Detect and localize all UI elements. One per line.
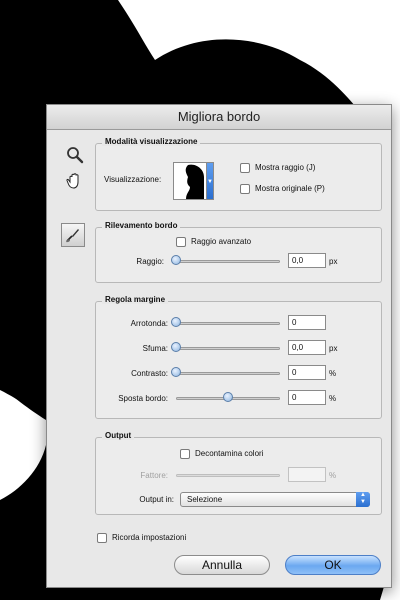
contrast-input[interactable]: 0: [288, 365, 326, 380]
feather-slider-thumb[interactable]: [171, 342, 181, 352]
shift-edge-slider[interactable]: [176, 392, 280, 404]
updown-arrows-icon: ▲ ▼: [356, 492, 370, 507]
contrast-unit: %: [329, 369, 337, 378]
view-mode-group: Modalità visualizzazione Visualizzazione…: [95, 137, 382, 211]
shift-edge-slider-thumb[interactable]: [223, 392, 233, 402]
edge-detection-legend: Rilevamento bordo: [102, 221, 181, 230]
contrast-slider[interactable]: [171, 367, 280, 379]
output-to-label: Output in:: [139, 495, 174, 504]
amount-label: Fattore:: [140, 471, 168, 480]
feather-label: Sfuma:: [142, 344, 168, 353]
remember-settings-checkbox[interactable]: [97, 533, 107, 543]
amount-slider-track: [176, 474, 280, 477]
feather-unit: px: [329, 344, 338, 353]
smooth-label: Arrotonda:: [130, 319, 168, 328]
ok-button[interactable]: OK: [285, 555, 381, 575]
feather-input[interactable]: 0,0: [288, 340, 326, 355]
refine-radius-tool-button[interactable]: [61, 223, 85, 247]
amount-slider: [176, 469, 280, 481]
output-to-select[interactable]: Selezione ▲ ▼: [180, 492, 370, 507]
decontaminate-label: Decontamina colori: [195, 449, 264, 458]
output-to-selected: Selezione: [187, 495, 223, 504]
smart-radius-label: Raggio avanzato: [191, 237, 252, 246]
magnifier-icon[interactable]: [65, 145, 85, 165]
adjust-edge-legend: Regola margine: [102, 295, 169, 304]
show-original-checkbox[interactable]: [240, 184, 250, 194]
radius-unit: px: [329, 257, 338, 266]
view-preview-swatch[interactable]: [173, 162, 207, 200]
shift-edge-label: Sposta bordo:: [118, 394, 168, 403]
smooth-slider-track: [176, 322, 280, 325]
feather-slider[interactable]: [171, 342, 280, 354]
view-dropdown-arrow[interactable]: ▼: [206, 162, 214, 200]
dialog-title: Migliora bordo: [47, 105, 391, 130]
smooth-slider[interactable]: [171, 317, 280, 329]
output-group: Output Decontamina colori Fattore: % Out…: [95, 431, 382, 515]
shift-edge-unit: %: [329, 394, 337, 403]
brush-icon: [66, 229, 79, 243]
view-thumbnail-icon: [185, 164, 204, 199]
amount-unit: %: [329, 471, 337, 480]
smooth-input[interactable]: 0: [288, 315, 326, 330]
smooth-slider-thumb[interactable]: [171, 317, 181, 327]
feather-slider-track: [176, 347, 280, 350]
contrast-slider-thumb[interactable]: [171, 367, 181, 377]
refine-edge-dialog: Migliora bordo Modalità visualizzazione …: [46, 104, 392, 588]
amount-input: [288, 467, 326, 482]
radius-slider[interactable]: [171, 255, 280, 267]
show-radius-label: Mostra raggio (J): [255, 163, 316, 172]
decontaminate-checkbox[interactable]: [180, 449, 190, 459]
view-label: Visualizzazione:: [104, 175, 162, 184]
remember-settings-label: Ricorda impostazioni: [112, 533, 187, 542]
output-legend: Output: [102, 431, 135, 440]
radius-label: Raggio:: [136, 257, 164, 266]
hand-icon[interactable]: [65, 171, 85, 191]
contrast-slider-track: [176, 372, 280, 375]
view-mode-legend: Modalità visualizzazione: [102, 137, 201, 146]
show-original-label: Mostra originale (P): [255, 184, 325, 193]
cancel-button[interactable]: Annulla: [174, 555, 270, 575]
smart-radius-checkbox[interactable]: [176, 237, 186, 247]
edge-detection-group: Rilevamento bordo Raggio avanzato Raggio…: [95, 221, 382, 283]
contrast-label: Contrasto:: [131, 369, 168, 378]
radius-slider-thumb[interactable]: [171, 255, 181, 265]
show-radius-checkbox[interactable]: [240, 163, 250, 173]
adjust-edge-group: Regola margine Arrotonda: 0 Sfuma: 0,0 p…: [95, 295, 382, 419]
shift-edge-input[interactable]: 0: [288, 390, 326, 405]
radius-input[interactable]: 0,0: [288, 253, 326, 268]
radius-slider-track: [176, 260, 280, 263]
